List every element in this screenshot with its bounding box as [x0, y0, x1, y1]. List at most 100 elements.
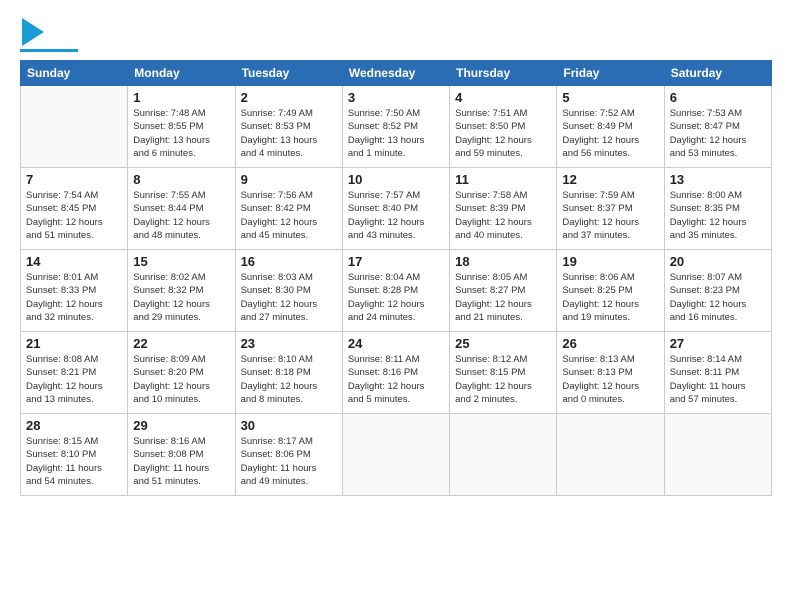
day-number: 23 [241, 336, 337, 351]
calendar-cell: 16 Sunrise: 8:03 AM Sunset: 8:30 PM Dayli… [235, 250, 342, 332]
day-info: Sunrise: 8:07 AM Sunset: 8:23 PM Dayligh… [670, 271, 766, 324]
day-number: 9 [241, 172, 337, 187]
calendar: SundayMondayTuesdayWednesdayThursdayFrid… [20, 60, 772, 496]
calendar-header-row: SundayMondayTuesdayWednesdayThursdayFrid… [21, 61, 772, 86]
calendar-cell: 4 Sunrise: 7:51 AM Sunset: 8:50 PM Daylig… [450, 86, 557, 168]
day-info: Sunrise: 8:00 AM Sunset: 8:35 PM Dayligh… [670, 189, 766, 242]
day-number: 1 [133, 90, 229, 105]
day-number: 5 [562, 90, 658, 105]
logo-arrow-icon [22, 18, 44, 46]
calendar-cell [21, 86, 128, 168]
calendar-cell: 22 Sunrise: 8:09 AM Sunset: 8:20 PM Dayli… [128, 332, 235, 414]
day-number: 10 [348, 172, 444, 187]
calendar-cell: 25 Sunrise: 8:12 AM Sunset: 8:15 PM Dayli… [450, 332, 557, 414]
day-info: Sunrise: 7:49 AM Sunset: 8:53 PM Dayligh… [241, 107, 337, 160]
calendar-cell: 23 Sunrise: 8:10 AM Sunset: 8:18 PM Dayli… [235, 332, 342, 414]
day-number: 25 [455, 336, 551, 351]
day-info: Sunrise: 8:15 AM Sunset: 8:10 PM Dayligh… [26, 435, 122, 488]
calendar-cell: 2 Sunrise: 7:49 AM Sunset: 8:53 PM Daylig… [235, 86, 342, 168]
day-number: 7 [26, 172, 122, 187]
day-number: 20 [670, 254, 766, 269]
day-info: Sunrise: 7:59 AM Sunset: 8:37 PM Dayligh… [562, 189, 658, 242]
day-info: Sunrise: 7:51 AM Sunset: 8:50 PM Dayligh… [455, 107, 551, 160]
day-info: Sunrise: 8:01 AM Sunset: 8:33 PM Dayligh… [26, 271, 122, 324]
day-info: Sunrise: 8:05 AM Sunset: 8:27 PM Dayligh… [455, 271, 551, 324]
day-number: 29 [133, 418, 229, 433]
day-number: 14 [26, 254, 122, 269]
week-row-2: 7 Sunrise: 7:54 AM Sunset: 8:45 PM Daylig… [21, 168, 772, 250]
day-info: Sunrise: 7:58 AM Sunset: 8:39 PM Dayligh… [455, 189, 551, 242]
day-info: Sunrise: 8:03 AM Sunset: 8:30 PM Dayligh… [241, 271, 337, 324]
calendar-cell: 6 Sunrise: 7:53 AM Sunset: 8:47 PM Daylig… [664, 86, 771, 168]
day-number: 24 [348, 336, 444, 351]
day-info: Sunrise: 7:52 AM Sunset: 8:49 PM Dayligh… [562, 107, 658, 160]
calendar-cell: 3Sunrise: 7:50 AM Sunset: 8:52 PM Daylig… [342, 86, 449, 168]
day-header-saturday: Saturday [664, 61, 771, 86]
calendar-cell: 5 Sunrise: 7:52 AM Sunset: 8:49 PM Daylig… [557, 86, 664, 168]
logo-icon [22, 18, 44, 46]
day-info: Sunrise: 7:48 AM Sunset: 8:55 PM Dayligh… [133, 107, 229, 160]
day-info: Sunrise: 7:54 AM Sunset: 8:45 PM Dayligh… [26, 189, 122, 242]
calendar-cell: 28 Sunrise: 8:15 AM Sunset: 8:10 PM Dayli… [21, 414, 128, 496]
calendar-cell: 19 Sunrise: 8:06 AM Sunset: 8:25 PM Dayli… [557, 250, 664, 332]
day-number: 27 [670, 336, 766, 351]
calendar-cell: 11 Sunrise: 7:58 AM Sunset: 8:39 PM Dayli… [450, 168, 557, 250]
calendar-cell: 29 Sunrise: 8:16 AM Sunset: 8:08 PM Dayli… [128, 414, 235, 496]
day-info: Sunrise: 8:10 AM Sunset: 8:18 PM Dayligh… [241, 353, 337, 406]
day-info: Sunrise: 8:04 AM Sunset: 8:28 PM Dayligh… [348, 271, 444, 324]
day-info: Sunrise: 7:53 AM Sunset: 8:47 PM Dayligh… [670, 107, 766, 160]
calendar-cell: 8 Sunrise: 7:55 AM Sunset: 8:44 PM Daylig… [128, 168, 235, 250]
day-number: 2 [241, 90, 337, 105]
page: SundayMondayTuesdayWednesdayThursdayFrid… [0, 0, 792, 612]
day-info: Sunrise: 8:16 AM Sunset: 8:08 PM Dayligh… [133, 435, 229, 488]
calendar-cell: 15 Sunrise: 8:02 AM Sunset: 8:32 PM Dayli… [128, 250, 235, 332]
calendar-cell: 12Sunrise: 7:59 AM Sunset: 8:37 PM Dayli… [557, 168, 664, 250]
logo-underline [20, 49, 78, 52]
day-header-monday: Monday [128, 61, 235, 86]
day-number: 6 [670, 90, 766, 105]
calendar-cell: 21 Sunrise: 8:08 AM Sunset: 8:21 PM Dayli… [21, 332, 128, 414]
header [20, 18, 772, 52]
day-info: Sunrise: 7:55 AM Sunset: 8:44 PM Dayligh… [133, 189, 229, 242]
day-number: 21 [26, 336, 122, 351]
day-number: 15 [133, 254, 229, 269]
calendar-cell: 17 Sunrise: 8:04 AM Sunset: 8:28 PM Dayli… [342, 250, 449, 332]
calendar-cell: 10 Sunrise: 7:57 AM Sunset: 8:40 PM Dayli… [342, 168, 449, 250]
week-row-1: 1 Sunrise: 7:48 AM Sunset: 8:55 PM Daylig… [21, 86, 772, 168]
day-header-sunday: Sunday [21, 61, 128, 86]
day-info: Sunrise: 8:08 AM Sunset: 8:21 PM Dayligh… [26, 353, 122, 406]
calendar-cell: 9 Sunrise: 7:56 AM Sunset: 8:42 PM Daylig… [235, 168, 342, 250]
calendar-cell: 24Sunrise: 8:11 AM Sunset: 8:16 PM Dayli… [342, 332, 449, 414]
day-info: Sunrise: 8:12 AM Sunset: 8:15 PM Dayligh… [455, 353, 551, 406]
day-number: 4 [455, 90, 551, 105]
day-number: 16 [241, 254, 337, 269]
calendar-cell: 20 Sunrise: 8:07 AM Sunset: 8:23 PM Dayli… [664, 250, 771, 332]
week-row-3: 14 Sunrise: 8:01 AM Sunset: 8:33 PM Dayli… [21, 250, 772, 332]
day-header-tuesday: Tuesday [235, 61, 342, 86]
day-number: 3 [348, 90, 444, 105]
calendar-cell: 7 Sunrise: 7:54 AM Sunset: 8:45 PM Daylig… [21, 168, 128, 250]
day-number: 28 [26, 418, 122, 433]
calendar-cell: 27 Sunrise: 8:14 AM Sunset: 8:11 PM Dayli… [664, 332, 771, 414]
logo [20, 18, 78, 52]
calendar-cell [664, 414, 771, 496]
calendar-cell: 18Sunrise: 8:05 AM Sunset: 8:27 PM Dayli… [450, 250, 557, 332]
calendar-cell: 13 Sunrise: 8:00 AM Sunset: 8:35 PM Dayli… [664, 168, 771, 250]
calendar-cell: 1 Sunrise: 7:48 AM Sunset: 8:55 PM Daylig… [128, 86, 235, 168]
day-number: 8 [133, 172, 229, 187]
day-info: Sunrise: 7:57 AM Sunset: 8:40 PM Dayligh… [348, 189, 444, 242]
day-number: 17 [348, 254, 444, 269]
day-info: Sunrise: 8:02 AM Sunset: 8:32 PM Dayligh… [133, 271, 229, 324]
day-number: 19 [562, 254, 658, 269]
calendar-cell: 26Sunrise: 8:13 AM Sunset: 8:13 PM Dayli… [557, 332, 664, 414]
day-number: 11 [455, 172, 551, 187]
day-number: 13 [670, 172, 766, 187]
day-header-thursday: Thursday [450, 61, 557, 86]
day-info: Sunrise: 8:14 AM Sunset: 8:11 PM Dayligh… [670, 353, 766, 406]
day-info: Sunrise: 7:56 AM Sunset: 8:42 PM Dayligh… [241, 189, 337, 242]
week-row-5: 28 Sunrise: 8:15 AM Sunset: 8:10 PM Dayli… [21, 414, 772, 496]
day-number: 30 [241, 418, 337, 433]
day-info: Sunrise: 8:06 AM Sunset: 8:25 PM Dayligh… [562, 271, 658, 324]
day-info: Sunrise: 8:09 AM Sunset: 8:20 PM Dayligh… [133, 353, 229, 406]
day-number: 22 [133, 336, 229, 351]
